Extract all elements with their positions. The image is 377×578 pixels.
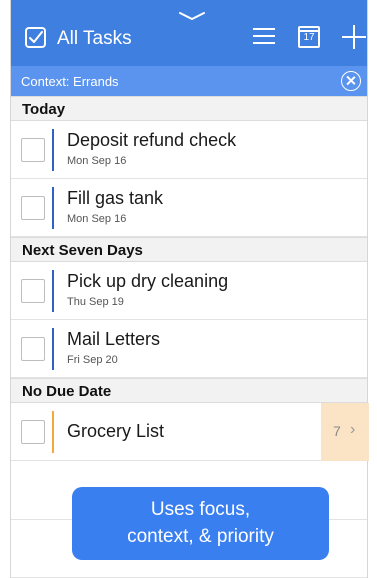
task-date: Thu Sep 19 xyxy=(67,296,124,308)
checkbox-icon[interactable] xyxy=(25,27,46,48)
priority-bar xyxy=(52,328,54,370)
task-row[interactable]: Deposit refund check Mon Sep 16 xyxy=(11,121,367,179)
task-date: Fri Sep 20 xyxy=(67,354,118,366)
task-checkbox[interactable] xyxy=(21,420,45,444)
task-row[interactable]: Pick up dry cleaning Thu Sep 19 xyxy=(11,262,367,320)
task-checkbox[interactable] xyxy=(21,337,45,361)
task-checkbox[interactable] xyxy=(21,196,45,220)
calendar-day: 17 xyxy=(303,32,315,43)
task-checkbox[interactable] xyxy=(21,138,45,162)
priority-bar xyxy=(52,187,54,229)
list-title[interactable]: All Tasks xyxy=(57,28,132,50)
section-title: Today xyxy=(22,101,66,118)
task-row[interactable]: Mail Letters Fri Sep 20 xyxy=(11,320,367,378)
task-title: Deposit refund check xyxy=(67,130,237,150)
task-checkbox[interactable] xyxy=(21,279,45,303)
section-header-no-due-date: No Due Date xyxy=(11,378,367,403)
callout-line-1: Uses focus, xyxy=(150,499,251,520)
callout-line-2: context, & priority xyxy=(127,526,274,547)
task-title: Pick up dry cleaning xyxy=(67,271,229,291)
subtask-count-badge[interactable]: 7 › xyxy=(321,403,369,461)
task-date: Mon Sep 16 xyxy=(67,213,127,225)
task-title: Mail Letters xyxy=(67,329,161,349)
context-filter-bar: Context: Errands xyxy=(11,66,367,96)
navigation-bar: All Tasks 17 xyxy=(11,0,367,66)
section-header-next-seven-days: Next Seven Days xyxy=(11,237,367,262)
section-header-today: Today xyxy=(11,96,367,121)
section-title: Next Seven Days xyxy=(22,242,143,259)
list-icon[interactable] xyxy=(253,28,275,46)
clear-icon[interactable] xyxy=(341,71,361,91)
pull-down-handle-icon[interactable] xyxy=(179,12,205,20)
priority-bar xyxy=(52,270,54,312)
context-label: Context: Errands xyxy=(21,74,119,89)
feature-callout: Uses focus, context, & priority xyxy=(72,487,329,560)
task-title: Grocery List xyxy=(67,421,165,441)
priority-bar xyxy=(52,129,54,171)
task-title: Fill gas tank xyxy=(67,188,164,208)
section-title: No Due Date xyxy=(22,383,112,400)
task-row[interactable]: Fill gas tank Mon Sep 16 xyxy=(11,179,367,237)
task-date: Mon Sep 16 xyxy=(67,155,127,167)
priority-bar xyxy=(52,411,54,453)
calendar-icon[interactable]: 17 xyxy=(298,26,320,48)
chevron-right-icon: › xyxy=(350,421,356,438)
task-row[interactable]: Grocery List 7 › xyxy=(11,403,369,461)
plus-icon[interactable] xyxy=(342,25,366,49)
subtask-count: 7 xyxy=(333,423,341,439)
phone-screen: All Tasks 17 Context: Errands Today Depo… xyxy=(10,0,369,578)
